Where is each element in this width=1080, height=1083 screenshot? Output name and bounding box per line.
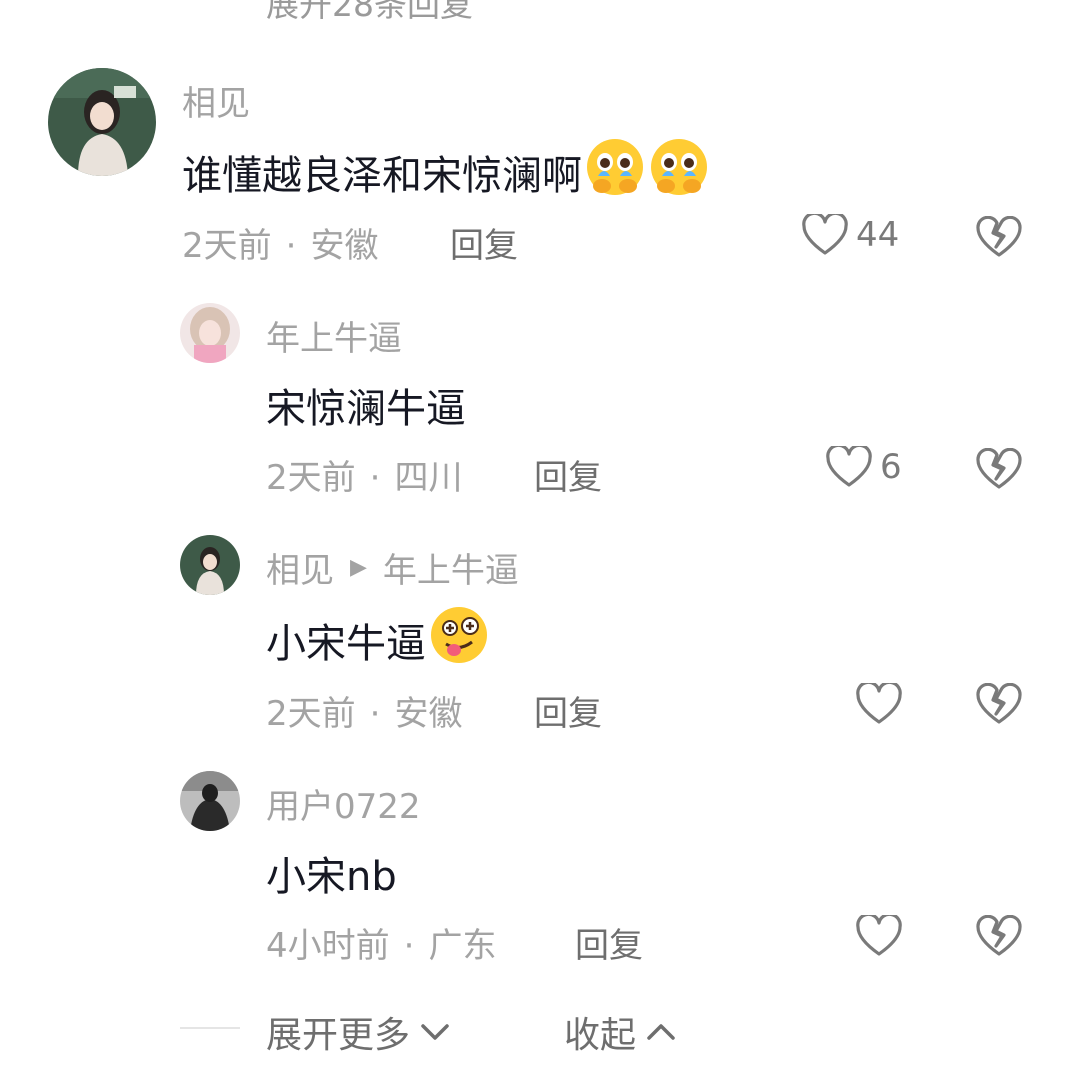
commenter-name[interactable]: 相见 xyxy=(182,76,250,125)
broken-heart-icon xyxy=(976,682,1022,724)
comment-meta: 2天前 · 安徽 xyxy=(182,218,378,267)
comment-meta: 2天前 · 安徽 xyxy=(266,686,462,735)
comment-meta: 2天前 · 四川 xyxy=(266,450,462,499)
collapse-button[interactable]: 收起 xyxy=(564,1006,676,1058)
dislike-button[interactable] xyxy=(976,215,1022,262)
comment-body: 小宋nb xyxy=(266,854,397,900)
comment-meta: 4小时前 · 广东 xyxy=(266,918,496,967)
reply-button[interactable]: 回复 xyxy=(534,686,602,735)
timestamp: 2天前 xyxy=(182,226,272,266)
expand-more-button[interactable]: 展开更多 xyxy=(266,1006,450,1058)
separator-dot: · xyxy=(369,458,381,498)
like-count: 6 xyxy=(880,447,902,487)
expand-more-label: 展开更多 xyxy=(266,1015,411,1056)
timestamp: 2天前 xyxy=(266,694,356,734)
collapse-label: 收起 xyxy=(564,1015,637,1056)
location: 安徽 xyxy=(394,694,463,734)
heart-outline-icon xyxy=(856,683,902,724)
chevron-up-icon xyxy=(647,1024,675,1040)
like-count: 44 xyxy=(856,215,900,255)
pleading-face-emoji xyxy=(584,136,646,208)
divider-line xyxy=(180,1027,240,1029)
broken-heart-icon xyxy=(976,215,1022,257)
dislike-button[interactable] xyxy=(976,447,1022,494)
commenter-name[interactable]: 年上牛逼 xyxy=(266,311,402,360)
avatar[interactable] xyxy=(180,303,240,363)
comment-text: 小宋牛逼 xyxy=(266,604,490,676)
separator-dot: · xyxy=(369,694,381,734)
timestamp: 2天前 xyxy=(266,458,356,498)
timestamp: 4小时前 xyxy=(266,926,390,966)
location: 安徽 xyxy=(310,226,379,266)
like-button[interactable]: 44 xyxy=(802,214,899,256)
comment-text: 小宋nb xyxy=(266,844,397,902)
commenter-name[interactable]: 用户0722 xyxy=(266,779,421,828)
location: 四川 xyxy=(394,458,463,498)
expand-replies-link-partial[interactable]: 展开28条回复 xyxy=(266,0,473,26)
reply-button[interactable]: 回复 xyxy=(450,218,518,267)
separator-dot: · xyxy=(403,926,415,966)
like-button[interactable] xyxy=(856,915,910,957)
reply-button[interactable]: 回复 xyxy=(534,450,602,499)
avatar[interactable] xyxy=(180,771,240,831)
location: 广东 xyxy=(428,926,497,966)
broken-heart-icon xyxy=(976,447,1022,489)
avatar[interactable] xyxy=(48,68,156,176)
dislike-button[interactable] xyxy=(976,682,1022,729)
commenter-name[interactable]: 相见 xyxy=(266,543,334,592)
like-button[interactable] xyxy=(856,683,910,725)
heart-outline-icon xyxy=(802,214,848,255)
comment-text: 宋惊澜牛逼 xyxy=(266,376,466,434)
comment-body: 小宋牛逼 xyxy=(266,621,426,667)
reply-header: 相见 ▶ 年上牛逼 xyxy=(266,543,519,592)
chevron-down-icon xyxy=(421,1024,449,1040)
like-button[interactable]: 6 xyxy=(826,446,902,488)
heart-outline-icon xyxy=(856,915,902,956)
comment-text: 谁懂越良泽和宋惊澜啊 xyxy=(182,136,710,208)
avatar[interactable] xyxy=(180,535,240,595)
comment-body: 谁懂越良泽和宋惊澜啊 xyxy=(182,153,582,199)
broken-heart-icon xyxy=(976,914,1022,956)
separator-dot: · xyxy=(285,226,297,266)
pleading-face-emoji xyxy=(648,136,710,208)
reply-button[interactable]: 回复 xyxy=(575,918,643,967)
dislike-button[interactable] xyxy=(976,914,1022,961)
comment-body: 宋惊澜牛逼 xyxy=(266,386,466,432)
triangle-right-icon: ▶ xyxy=(350,555,367,580)
heart-outline-icon xyxy=(826,446,872,487)
reply-to-name[interactable]: 年上牛逼 xyxy=(383,543,519,592)
woozy-face-emoji xyxy=(428,604,490,676)
